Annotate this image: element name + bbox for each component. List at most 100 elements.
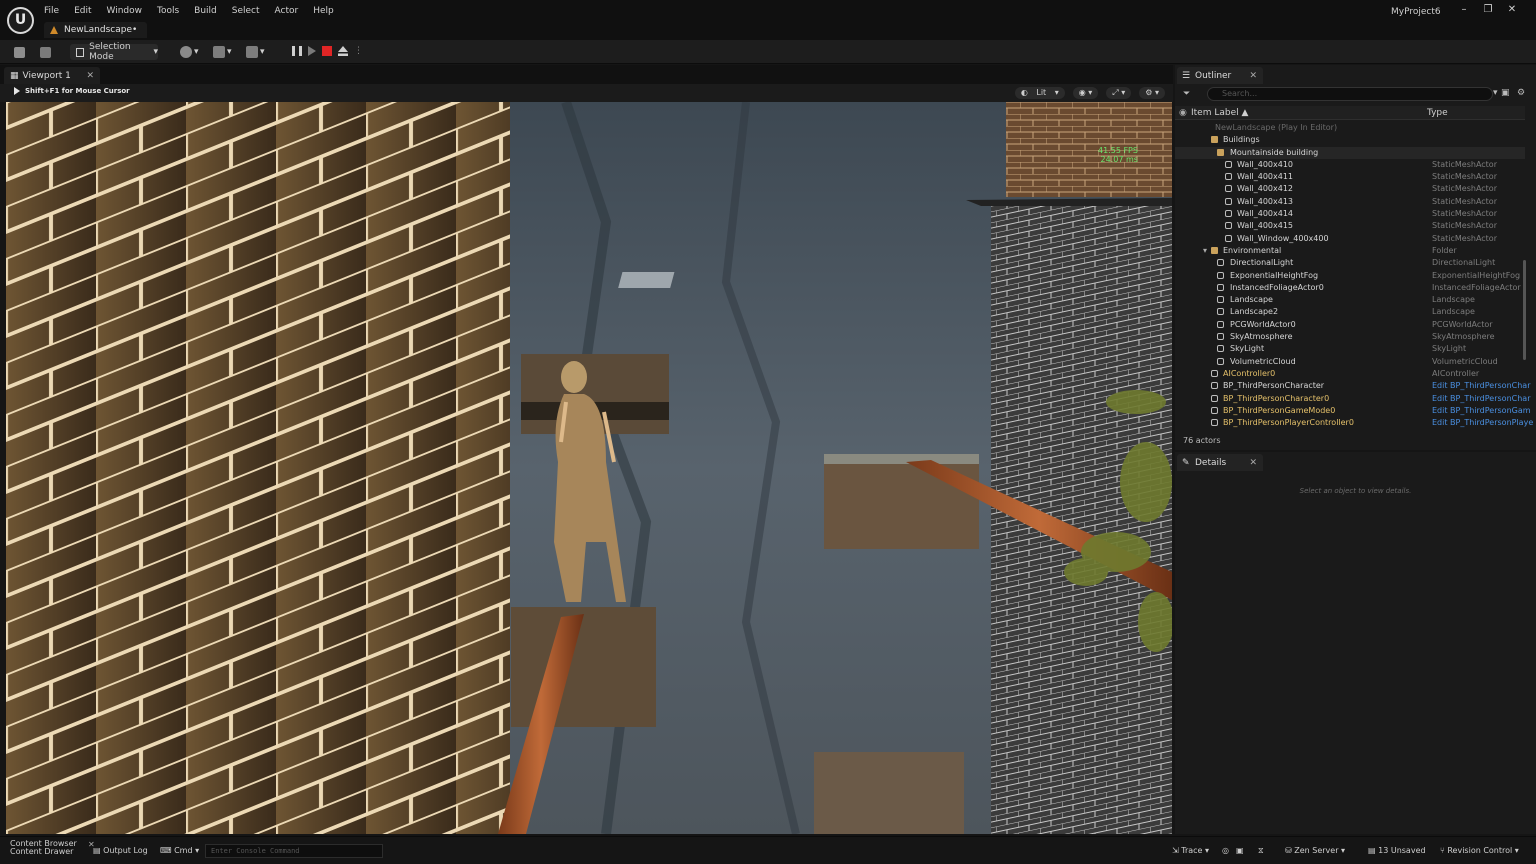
menu-actor[interactable]: Actor [275, 6, 299, 16]
unreal-logo-icon[interactable]: U [7, 7, 34, 34]
tree-row[interactable]: SkyLight SkyLight [1175, 343, 1525, 355]
tree-row[interactable]: BP_ThirdPersonCharacter Edit BP_ThirdPers… [1175, 380, 1530, 392]
close-window-button[interactable]: ✕ [1500, 4, 1524, 15]
close-icon[interactable]: ✕ [1249, 458, 1257, 468]
chevron-down-icon[interactable]: ▾ [1493, 88, 1498, 98]
tree-row[interactable]: Wall_400x413 StaticMeshActor [1175, 196, 1525, 208]
settings-icon[interactable]: ⚙ [1517, 88, 1525, 98]
screenshot-icon[interactable]: ▣ [1236, 846, 1244, 855]
viewport-settings-button[interactable]: ⚙ ▾ [1139, 87, 1165, 99]
visibility-icon[interactable]: ◉ [1179, 108, 1187, 118]
item-label-column[interactable]: Item Label ▲ [1191, 108, 1248, 118]
menu-window[interactable]: Window [107, 6, 143, 16]
tree-row[interactable]: Wall_400x412 StaticMeshActor [1175, 183, 1525, 195]
fps-value: 41.55 FPS [1098, 146, 1138, 155]
filter-icon[interactable]: ⏷ [1183, 89, 1190, 99]
mouse-cursor-hint: Shift+F1 for Mouse Cursor [14, 87, 130, 95]
tree-row[interactable]: Landscape Landscape [1175, 294, 1525, 306]
cursor-icon [76, 47, 85, 57]
tree-row[interactable]: ExponentialHeightFog ExponentialHeightFog [1175, 270, 1525, 282]
add-folder-icon[interactable]: ▣ [1501, 88, 1510, 98]
tree-row[interactable]: Wall_400x415 StaticMeshActor [1175, 220, 1525, 232]
tree-row[interactable]: SkyAtmosphere SkyAtmosphere [1175, 331, 1525, 343]
cinematics-icon[interactable]: ▾ [246, 44, 265, 60]
tree-row[interactable]: DirectionalLight DirectionalLight [1175, 257, 1525, 269]
skylight-icon [1217, 345, 1224, 353]
view-mode-button[interactable]: ◐ Lit ▾ [1014, 87, 1065, 99]
tree-row[interactable]: Mountainside building [1175, 146, 1525, 159]
tree-row[interactable]: BP_ThirdPersonPlayerController0 Edit BP_T… [1175, 417, 1533, 429]
light-icon [1217, 259, 1224, 267]
selection-mode-label: Selection Mode [89, 42, 131, 62]
tree-row[interactable]: NewLandscape (Play In Editor) [1175, 122, 1525, 134]
derived-data-icon[interactable]: ⧖ [1258, 846, 1264, 856]
static-mesh-icon [1225, 210, 1232, 218]
outliner-scrollbar[interactable] [1523, 260, 1526, 360]
title-bar: U File Edit Window Tools Build Select Ac… [0, 0, 1536, 40]
fog-icon [1217, 271, 1224, 279]
menu-build[interactable]: Build [194, 6, 217, 16]
zen-server-button[interactable]: ⛁ Zen Server ▾ [1285, 846, 1345, 855]
menu-help[interactable]: Help [313, 6, 334, 16]
selection-mode-button[interactable]: Selection Mode ▾ [70, 42, 158, 62]
show-flags-button[interactable]: ◉ ▾ [1072, 87, 1099, 99]
viewport-tab[interactable]: ▦ Viewport 1 ✕ [4, 67, 100, 84]
game-viewport[interactable] [6, 102, 1172, 834]
outliner-tab[interactable]: ☰ Outliner ✕ [1177, 67, 1263, 84]
revision-control-button[interactable]: ⑂ Revision Control ▾ [1440, 846, 1519, 855]
add-actor-icon[interactable]: ▾ [180, 44, 199, 60]
landscape-icon [1217, 308, 1224, 316]
static-mesh-icon [1225, 234, 1232, 242]
menu-file[interactable]: File [44, 6, 59, 16]
snap-button[interactable]: ⤢ ▾ [1106, 87, 1132, 99]
menu-tools[interactable]: Tools [157, 6, 179, 16]
content-browser-button[interactable]: Content Browser Content Drawer [10, 840, 77, 856]
console-command-input[interactable]: Enter Console Command [205, 844, 383, 858]
viewport-controls: ◐ Lit ▾ ◉ ▾ ⤢ ▾ ⚙ ▾ [1014, 87, 1165, 99]
static-mesh-icon [1225, 160, 1232, 168]
blueprint-icon[interactable]: ▾ [213, 44, 232, 60]
trace-button[interactable]: ⇲ Trace ▾ [1172, 846, 1209, 855]
outliner-search-input[interactable]: Search... [1207, 87, 1493, 101]
maximize-button[interactable]: ❐ [1476, 4, 1500, 15]
tree-row[interactable]: Wall_400x411 StaticMeshActor [1175, 171, 1525, 183]
pause-icon[interactable] [292, 46, 302, 56]
save-icon[interactable] [14, 44, 25, 60]
landscape-icon [1217, 296, 1224, 304]
tree-row[interactable]: BP_ThirdPersonCharacter0 Edit BP_ThirdPer… [1175, 393, 1530, 405]
folder-icon [1217, 148, 1224, 156]
level-icon [50, 26, 58, 34]
level-tab[interactable]: NewLandscape• [44, 22, 148, 38]
unsaved-button[interactable]: ▤ 13 Unsaved [1368, 846, 1426, 855]
viewport-tab-bar: ▦ Viewport 1 ✕ [0, 65, 1173, 84]
tree-row[interactable]: PCGWorldActor0 PCGWorldActor [1175, 319, 1525, 331]
eject-icon[interactable] [338, 46, 348, 56]
minimize-button[interactable]: – [1452, 4, 1476, 15]
more-options-icon[interactable]: ⋮ [354, 46, 363, 56]
tree-row[interactable]: Wall_400x414 StaticMeshActor [1175, 208, 1525, 220]
output-log-button[interactable]: ▤ Output Log [93, 846, 148, 855]
tree-row[interactable]: VolumetricCloud VolumetricCloud [1175, 356, 1525, 368]
content-icon[interactable] [40, 44, 51, 60]
record-icon[interactable]: ◎ [1222, 846, 1229, 855]
stop-icon[interactable] [322, 46, 332, 56]
type-column[interactable]: Type [1427, 108, 1448, 118]
tree-row[interactable]: Wall_Window_400x400 StaticMeshActor [1175, 233, 1525, 245]
details-tab[interactable]: ✎ Details ✕ [1177, 454, 1263, 471]
tree-row[interactable]: AIController0 AIController [1175, 368, 1525, 380]
viewport-options-bar: Shift+F1 for Mouse Cursor ◐ Lit ▾ ◉ ▾ ⤢ … [0, 84, 1173, 102]
tree-row[interactable]: BP_ThirdPersonGameMode0 Edit BP_ThirdPers… [1175, 405, 1531, 417]
tree-row[interactable]: Landscape2 Landscape [1175, 306, 1525, 318]
step-frame-icon[interactable] [308, 46, 316, 56]
menu-edit[interactable]: Edit [74, 6, 91, 16]
menu-select[interactable]: Select [232, 6, 260, 16]
player-controller-icon [1211, 419, 1218, 427]
close-icon[interactable]: ✕ [1249, 71, 1257, 81]
tree-row[interactable]: ▾ Environmental Folder [1175, 245, 1525, 257]
tree-row[interactable]: Buildings [1175, 134, 1525, 146]
tree-row[interactable]: InstancedFoliageActor0 InstancedFoliageAc… [1175, 282, 1525, 294]
cmd-dropdown[interactable]: ⌨ Cmd ▾ [160, 846, 199, 855]
tree-row[interactable]: Wall_400x410 StaticMeshActor [1175, 159, 1525, 171]
chevron-down-icon: ▾ [1203, 245, 1208, 255]
close-icon[interactable]: ✕ [86, 71, 94, 81]
